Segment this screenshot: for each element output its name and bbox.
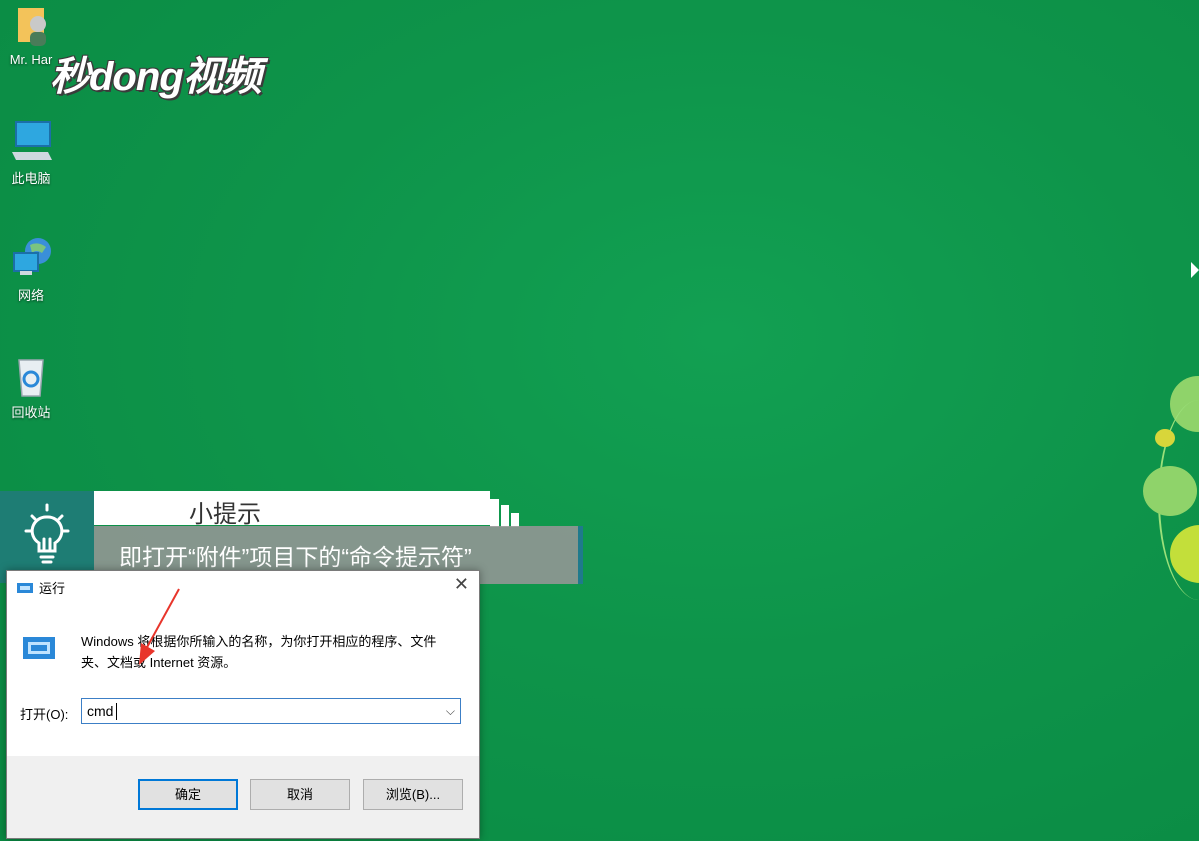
- run-icon: [17, 582, 33, 597]
- open-input-value[interactable]: cmd: [87, 703, 113, 719]
- desktop-icon-this-pc[interactable]: 此电脑: [0, 118, 62, 187]
- annotation-arrow-icon: [139, 588, 180, 665]
- dialog-footer: 确定 取消 浏览(B)...: [7, 756, 479, 838]
- close-icon[interactable]: ✕: [454, 574, 469, 595]
- tip-text: 即打开“附件”项目下的“命令提示符”: [119, 544, 472, 570]
- dialog-titlebar: 运行: [17, 578, 65, 597]
- ok-button[interactable]: 确定: [138, 779, 238, 810]
- text-caret: [116, 703, 117, 720]
- desktop-icon-label: 回收站: [11, 405, 51, 420]
- video-watermark-logo: 秒dong视频: [50, 55, 262, 99]
- tip-title: 小提示: [189, 501, 261, 528]
- decor-circle: [1143, 466, 1197, 516]
- cancel-button[interactable]: 取消: [250, 779, 350, 810]
- browse-button[interactable]: 浏览(B)...: [363, 779, 463, 810]
- desktop-icon-network[interactable]: 网络: [0, 235, 62, 304]
- user-folder-icon: [8, 2, 54, 48]
- run-large-icon: [21, 633, 57, 668]
- network-icon: [8, 235, 54, 281]
- run-dialog: 运行 ✕ Windows 将根据你所输入的名称，为你打开相应的程序、文件夹、文档…: [6, 570, 480, 839]
- recycle-bin-icon: [8, 352, 54, 398]
- computer-icon: [8, 118, 54, 164]
- open-label: 打开(O):: [20, 707, 69, 722]
- decor-circle: [1155, 429, 1175, 447]
- desktop-icon-recycle-bin[interactable]: 回收站: [0, 352, 62, 421]
- dialog-title: 运行: [39, 581, 66, 596]
- desktop-icon-label: 网络: [17, 288, 44, 303]
- right-edge-arrow-icon: [1191, 262, 1199, 278]
- desktop-icon-label: 此电脑: [11, 171, 51, 186]
- open-combobox[interactable]: cmd ⌵: [81, 698, 461, 724]
- tip-title-bar: 小提示: [94, 491, 490, 528]
- chevron-down-icon[interactable]: ⌵: [446, 704, 455, 719]
